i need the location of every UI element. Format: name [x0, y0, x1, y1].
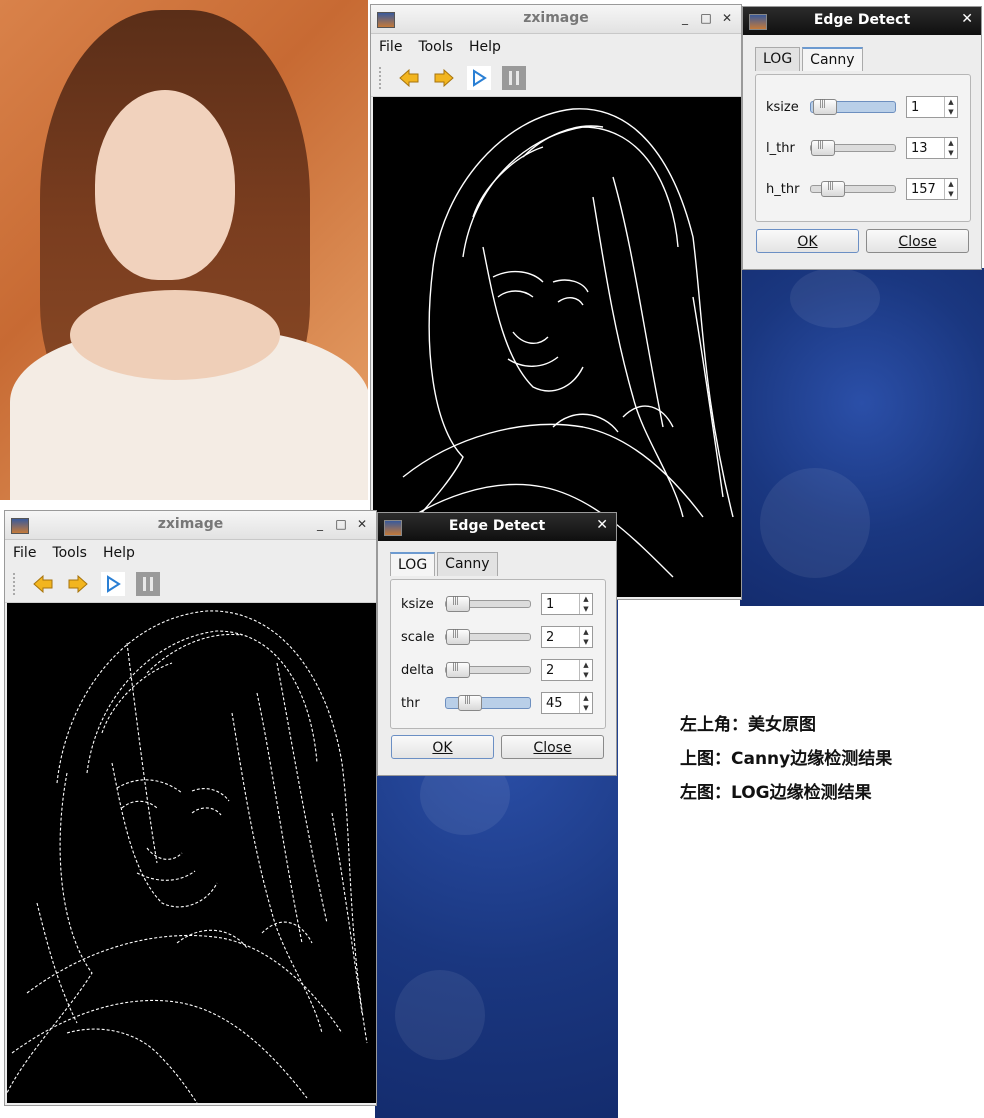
menubar: File Tools Help	[5, 540, 376, 566]
spin-arrows-icon[interactable]: ▲ ▼	[944, 97, 957, 117]
forward-arrow-icon[interactable]	[66, 572, 90, 596]
forward-arrow-icon[interactable]	[432, 66, 456, 90]
tab-log[interactable]: LOG	[755, 47, 801, 71]
ksize-slider[interactable]	[445, 596, 531, 612]
minimize-icon[interactable]: _	[312, 515, 328, 533]
window-titlebar[interactable]: zximage _ □ ✕	[5, 511, 376, 540]
delta-spinbox[interactable]: 2 ▲ ▼	[541, 659, 593, 681]
caption-original: 左上角：美女原图	[680, 715, 816, 735]
menu-file[interactable]: File	[13, 545, 36, 561]
caption-log: 左图：LOG边缘检测结果	[680, 783, 872, 803]
ksize-spinbox[interactable]: 1 ▲ ▼	[906, 96, 958, 118]
canny-image-window: zximage _ □ ✕ File Tools Help	[370, 4, 742, 600]
tab-canny[interactable]: Canny	[802, 47, 863, 71]
menu-tools[interactable]: Tools	[52, 545, 87, 561]
toolbar-grip[interactable]	[379, 67, 385, 89]
toolbar	[371, 60, 741, 97]
slider-handle[interactable]	[446, 596, 470, 612]
ok-button[interactable]: OK	[756, 229, 859, 253]
h-thr-slider[interactable]	[810, 181, 896, 197]
scale-slider[interactable]	[445, 629, 531, 645]
dialog-title: Edge Detect	[448, 518, 546, 534]
slider-handle[interactable]	[458, 695, 482, 711]
window-titlebar[interactable]: zximage _ □ ✕	[371, 5, 741, 34]
delta-slider[interactable]	[445, 662, 531, 678]
slider-handle[interactable]	[813, 99, 837, 115]
menu-tools[interactable]: Tools	[418, 39, 453, 55]
pause-icon[interactable]	[136, 572, 160, 596]
spin-arrows-icon[interactable]: ▲ ▼	[944, 138, 957, 158]
spin-arrows-icon[interactable]: ▲ ▼	[579, 594, 592, 614]
ksize-spinbox[interactable]: 1 ▲ ▼	[541, 593, 593, 615]
close-icon[interactable]: ✕	[354, 515, 370, 533]
thr-slider[interactable]	[445, 695, 531, 711]
close-button[interactable]: Close	[866, 229, 969, 253]
tab-log[interactable]: LOG	[390, 552, 436, 576]
spin-arrows-icon[interactable]: ▲ ▼	[944, 179, 957, 199]
close-icon[interactable]: ✕	[719, 9, 735, 27]
param-label: l_thr	[766, 140, 795, 156]
slider-handle[interactable]	[821, 181, 845, 197]
param-label: delta	[401, 662, 434, 678]
original-photo	[0, 0, 368, 500]
slider-handle[interactable]	[446, 662, 470, 678]
param-label: thr	[401, 695, 420, 711]
dialog-titlebar[interactable]: Edge Detect ✕	[743, 7, 981, 35]
menu-file[interactable]: File	[379, 39, 402, 55]
back-arrow-icon[interactable]	[31, 572, 55, 596]
spin-arrows-icon[interactable]: ▲ ▼	[579, 627, 592, 647]
l-thr-slider[interactable]	[810, 140, 896, 156]
log-image-window: zximage _ □ ✕ File Tools Help	[4, 510, 377, 1106]
menubar: File Tools Help	[371, 34, 741, 60]
log-edge-image	[7, 603, 376, 1103]
menu-help[interactable]: Help	[103, 545, 135, 561]
param-label: ksize	[401, 596, 434, 612]
canny-edge-detect-dialog: Edge Detect ✕ LOG Canny ksize 1 ▲▼ l_thr…	[742, 6, 982, 270]
maximize-icon[interactable]: □	[333, 515, 349, 533]
toolbar	[5, 566, 376, 603]
tab-canny[interactable]: Canny	[437, 552, 498, 576]
h-thr-spinbox[interactable]: 157 ▲ ▼	[906, 178, 958, 200]
ksize-slider[interactable]	[810, 99, 896, 115]
spin-arrows-icon[interactable]: ▲ ▼	[579, 693, 592, 713]
minimize-icon[interactable]: _	[677, 9, 693, 27]
ok-button[interactable]: OK	[391, 735, 494, 759]
desktop-background-top	[740, 268, 984, 606]
log-params-panel: ksize 1 ▲▼ scale 2 ▲▼ delta 2 ▲▼ thr	[390, 579, 606, 729]
scale-spinbox[interactable]: 2 ▲ ▼	[541, 626, 593, 648]
close-button[interactable]: Close	[501, 735, 604, 759]
pause-icon[interactable]	[502, 66, 526, 90]
param-label: scale	[401, 629, 435, 645]
spin-arrows-icon[interactable]: ▲ ▼	[579, 660, 592, 680]
menu-help[interactable]: Help	[469, 39, 501, 55]
caption-canny: 上图：Canny边缘检测结果	[680, 749, 893, 769]
close-icon[interactable]: ✕	[596, 517, 608, 533]
slider-handle[interactable]	[811, 140, 835, 156]
canny-params-panel: ksize 1 ▲▼ l_thr 13 ▲▼ h_thr 157 ▲▼	[755, 74, 971, 222]
l-thr-spinbox[interactable]: 13 ▲ ▼	[906, 137, 958, 159]
dialog-titlebar[interactable]: Edge Detect ✕	[378, 513, 616, 541]
toolbar-grip[interactable]	[13, 573, 19, 595]
slider-handle[interactable]	[446, 629, 470, 645]
log-edge-detect-dialog: Edge Detect ✕ LOG Canny ksize 1 ▲▼ scale…	[377, 512, 617, 776]
back-arrow-icon[interactable]	[397, 66, 421, 90]
dialog-title: Edge Detect	[813, 12, 911, 28]
param-label: ksize	[766, 99, 799, 115]
maximize-icon[interactable]: □	[698, 9, 714, 27]
close-icon[interactable]: ✕	[961, 11, 973, 27]
play-icon[interactable]	[101, 572, 125, 596]
param-label: h_thr	[766, 181, 800, 197]
play-icon[interactable]	[467, 66, 491, 90]
thr-spinbox[interactable]: 45 ▲ ▼	[541, 692, 593, 714]
